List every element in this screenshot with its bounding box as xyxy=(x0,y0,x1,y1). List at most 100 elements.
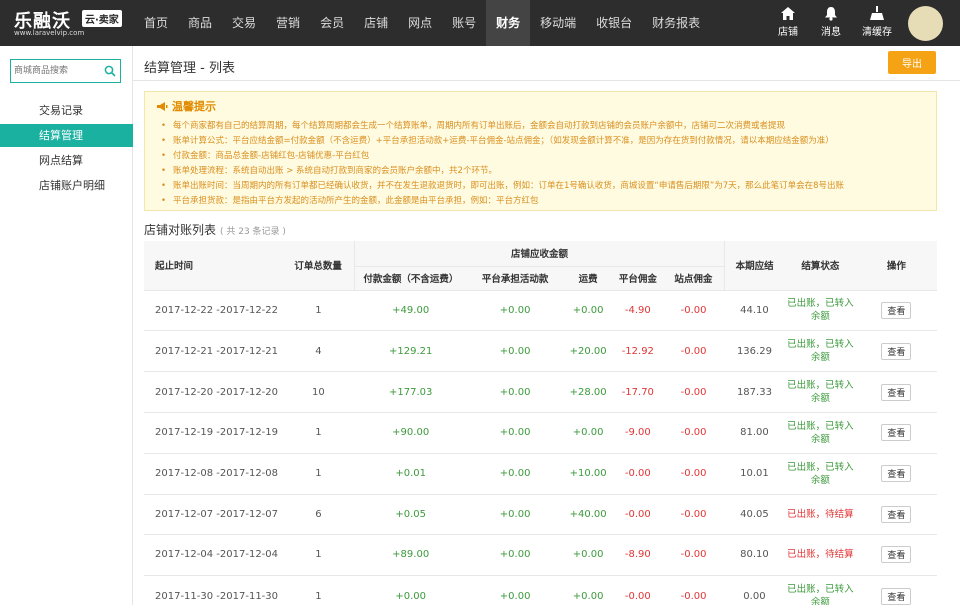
cell-pay: +49.00 xyxy=(354,290,467,331)
cell-freight: +0.00 xyxy=(563,412,613,454)
store-shortcut[interactable]: 店铺 xyxy=(768,6,808,38)
col-action: 操作 xyxy=(855,241,937,291)
cell-freight: +28.00 xyxy=(563,371,613,413)
cell-status: 已出账，已转入余额 xyxy=(784,290,856,331)
cell-orders: 1 xyxy=(281,290,355,331)
sidebar-item-3[interactable]: 店铺账户明细 xyxy=(0,174,133,197)
brand-logo[interactable]: 乐融沃 云·卖家 www.laravelvip.com xyxy=(14,7,132,39)
tips-panel: 温馨提示 每个商家都有自己的结算周期，每个结算周期都会生成一个结算账单，周期内所… xyxy=(144,91,937,211)
cell-status: 已出账，已转入余额 xyxy=(784,575,856,605)
cell-period: 2017-12-22 -2017-12-22 xyxy=(144,290,282,331)
table-row: 2017-11-30 -2017-11-30 1 +0.00 +0.00 +0.00 -0… xyxy=(144,575,937,605)
cell-platform-fee: -4.90 xyxy=(612,290,664,331)
col-platform-fee: 平台佣金 xyxy=(612,266,664,291)
nav-item-3[interactable]: 营销 xyxy=(266,0,310,46)
view-button[interactable]: 查看 xyxy=(881,383,912,401)
view-button[interactable]: 查看 xyxy=(881,301,912,319)
search-icon[interactable] xyxy=(104,65,116,77)
status-text: 已出账，待结算 xyxy=(787,549,854,561)
cell-freight: +10.00 xyxy=(563,453,613,495)
col-site-fee: 站点佣金 xyxy=(663,266,725,291)
cell-pay: +90.00 xyxy=(354,412,467,454)
view-button[interactable]: 查看 xyxy=(881,546,912,564)
sidebar-item-2[interactable]: 网点结算 xyxy=(0,149,133,172)
view-button[interactable]: 查看 xyxy=(881,342,912,360)
status-text: 已出账，已转入余额 xyxy=(787,420,854,445)
search-input[interactable] xyxy=(14,63,100,79)
tip-item: 付款金额：商品总金额-店铺红包-店铺优惠-平台红包 xyxy=(161,149,844,164)
cell-action: 查看 xyxy=(855,575,937,605)
cell-status: 已出账，待结算 xyxy=(784,534,856,576)
status-text: 已出账，已转入余额 xyxy=(787,584,854,605)
cell-platform: +0.00 xyxy=(466,412,564,454)
nav-item-4[interactable]: 会员 xyxy=(310,0,354,46)
view-button[interactable]: 查看 xyxy=(881,424,912,442)
clear-cache-label: 清缓存 xyxy=(862,27,892,38)
col-pay: 付款金额（不含运费） xyxy=(354,266,467,291)
table-row: 2017-12-20 -2017-12-20 10 +177.03 +0.00 +28.… xyxy=(144,371,937,413)
cell-pay: +0.05 xyxy=(354,494,467,535)
export-button[interactable]: 导出 xyxy=(888,51,936,74)
cell-status: 已出账，待结算 xyxy=(784,494,856,535)
nav-item-10[interactable]: 收银台 xyxy=(586,0,642,46)
cell-action: 查看 xyxy=(855,290,937,331)
list-title-text: 店铺对账列表 xyxy=(144,223,217,237)
nav-item-1[interactable]: 商品 xyxy=(178,0,222,46)
cell-due: 10.01 xyxy=(724,453,785,495)
clear-cache-shortcut[interactable]: 清缓存 xyxy=(857,6,897,38)
nav-item-9[interactable]: 移动端 xyxy=(530,0,586,46)
col-freight: 运费 xyxy=(563,266,613,291)
cell-period: 2017-11-30 -2017-11-30 xyxy=(144,575,282,605)
store-shortcut-label: 店铺 xyxy=(778,27,798,38)
nav-item-0[interactable]: 首页 xyxy=(134,0,178,46)
cell-action: 查看 xyxy=(855,494,937,535)
tip-item: 平台承担货款：是指由平台方发起的活动所产生的金额，此金额是由平台承担，例如：平台… xyxy=(161,194,844,209)
cell-action: 查看 xyxy=(855,453,937,495)
col-platform: 平台承担活动款 xyxy=(466,266,564,291)
view-button[interactable]: 查看 xyxy=(881,587,912,605)
cell-period: 2017-12-04 -2017-12-04 xyxy=(144,534,282,576)
nav-item-2[interactable]: 交易 xyxy=(222,0,266,46)
cell-site-fee: -0.00 xyxy=(663,534,725,576)
nav-item-6[interactable]: 网点 xyxy=(398,0,442,46)
broom-icon xyxy=(870,6,884,20)
cell-freight: +20.00 xyxy=(563,330,613,372)
view-button[interactable]: 查看 xyxy=(881,465,912,482)
sidebar-item-1[interactable]: 结算管理 xyxy=(0,124,141,147)
sidebar-item-0[interactable]: 交易记录 xyxy=(0,99,133,122)
col-orders: 订单总数量 xyxy=(281,241,355,291)
nav-item-7[interactable]: 账号 xyxy=(442,0,486,46)
cell-site-fee: -0.00 xyxy=(663,453,725,495)
cell-pay: +0.01 xyxy=(354,453,467,495)
status-text: 已出账，已转入余额 xyxy=(787,339,854,363)
nav-item-5[interactable]: 店铺 xyxy=(354,0,398,46)
view-button[interactable]: 查看 xyxy=(881,505,912,523)
cell-due: 80.10 xyxy=(724,534,785,576)
nav-item-11[interactable]: 财务报表 xyxy=(642,0,710,46)
nav-item-8[interactable]: 财务 xyxy=(486,0,531,46)
cell-site-fee: -0.00 xyxy=(663,494,725,535)
cell-due: 0.00 xyxy=(724,575,785,605)
top-nav-bar: 乐融沃 云·卖家 www.laravelvip.com 首页 商品 交易 营销 会员 店铺… xyxy=(0,0,960,46)
col-group-receivable: 店铺应收金额 xyxy=(354,241,725,267)
cell-orders: 10 xyxy=(281,371,355,413)
user-avatar[interactable] xyxy=(908,6,943,41)
title-divider xyxy=(133,80,960,81)
cell-orders: 4 xyxy=(281,330,355,372)
cell-orders: 1 xyxy=(281,534,355,576)
status-text: 已出账，待结算 xyxy=(787,508,854,520)
cell-freight: +40.00 xyxy=(563,494,613,535)
tips-title: 温馨提示 xyxy=(172,100,216,113)
cell-orders: 1 xyxy=(281,453,355,495)
message-shortcut[interactable]: 消息 xyxy=(811,6,851,38)
page-title: 结算管理 - 列表 xyxy=(144,61,235,76)
bell-icon xyxy=(825,7,837,21)
cell-pay: +89.00 xyxy=(354,534,467,576)
record-count: ( 共 23 条记录 ) xyxy=(220,227,286,237)
cell-due: 187.33 xyxy=(724,371,785,413)
table-row: 2017-12-21 -2017-12-21 4 +129.21 +0.00 +20.0… xyxy=(144,330,937,372)
cell-period: 2017-12-21 -2017-12-21 xyxy=(144,330,282,372)
cell-period: 2017-12-07 -2017-12-07 xyxy=(144,494,282,535)
cell-status: 已出账，已转入余额 xyxy=(784,330,856,372)
cell-platform-fee: -8.90 xyxy=(612,534,664,576)
